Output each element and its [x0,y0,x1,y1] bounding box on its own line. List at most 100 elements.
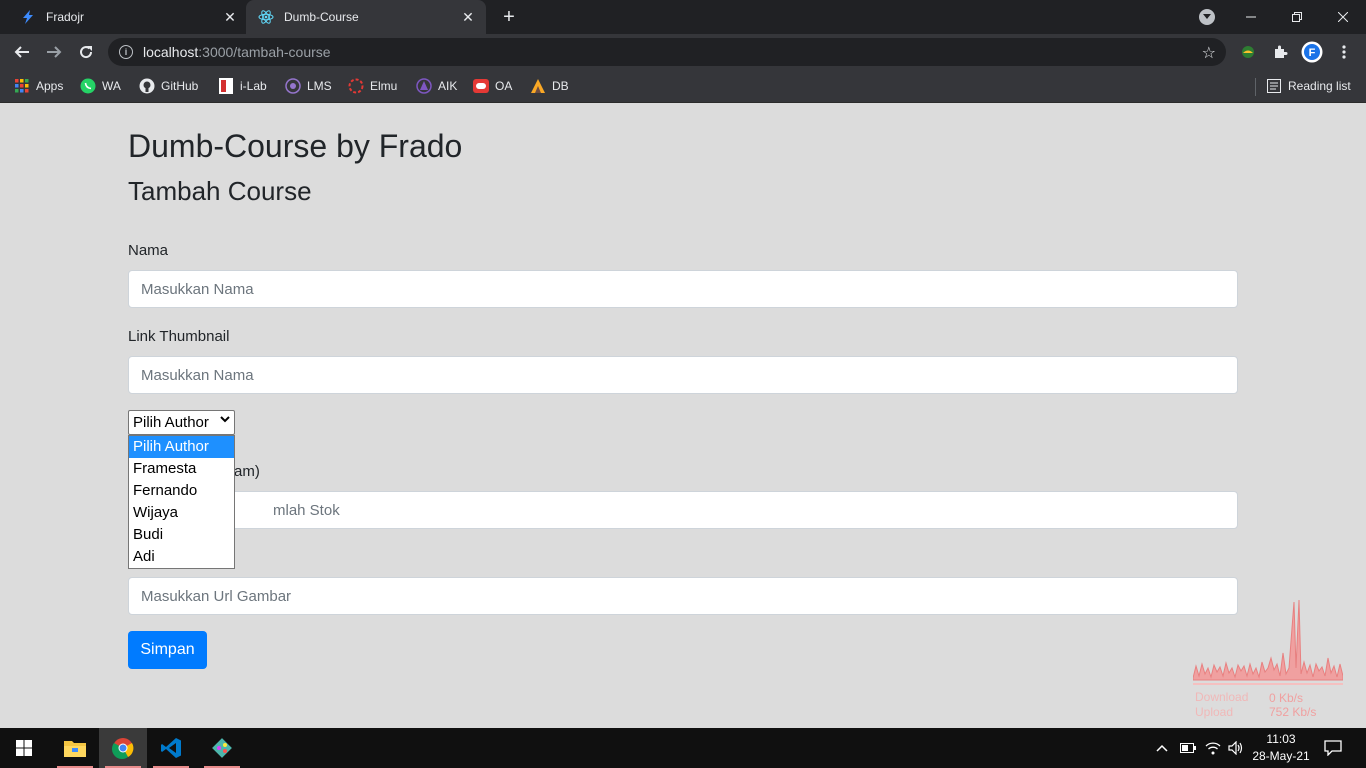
file-explorer-icon[interactable] [51,728,99,768]
stok-placeholder-tail: mlah Stok [273,501,340,519]
gambar-input[interactable]: Masukkan Url Gambar [128,577,1238,615]
nama-input[interactable]: Masukkan Nama [128,270,1238,308]
bookmark-db[interactable]: DB [530,76,569,96]
reading-list-icon [1266,78,1282,94]
site-info-icon[interactable]: i [119,45,133,59]
git-kraken-icon[interactable] [198,728,246,768]
github-icon [139,78,155,94]
author-option[interactable]: Adi [129,546,234,568]
minimize-icon[interactable] [1228,0,1274,34]
notifications-icon[interactable] [1324,728,1342,768]
bookmark-lms[interactable]: LMS [285,76,332,96]
bookmark-aik[interactable]: AIK [416,76,457,96]
close-tab-icon[interactable]: ✕ [460,9,476,25]
chevron-down-icon [220,414,230,427]
extension-globe-icon[interactable] [1238,42,1258,62]
tab-dumb-course[interactable]: Dumb-Course ✕ [246,0,486,34]
bookmark-apps[interactable]: Apps [14,76,63,96]
react-favicon-icon [258,9,274,25]
reading-list-label: Reading list [1288,79,1351,93]
page-content: Dumb-Course by Frado Tambah Course Nama … [0,103,1366,728]
url-path: :3000/tambah-course [198,44,331,60]
bookmark-label: GitHub [161,79,199,93]
tab-fradojr[interactable]: Fradojr ✕ [8,0,248,34]
author-option[interactable]: Budi [129,524,234,546]
svg-text:F: F [1309,47,1316,59]
bookmark-oa[interactable]: OA [473,76,512,96]
address-bar[interactable]: i localhost:3000/tambah-course ☆ [108,38,1226,66]
network-speed-meter: Download 0 Kb/s Upload 752 Kb/s [1192,598,1344,719]
db-icon [530,78,546,94]
author-option[interactable]: Wijaya [129,502,234,524]
ilab-icon [218,78,234,94]
download-label: Download [1195,690,1249,704]
close-tab-icon[interactable]: ✕ [222,9,238,25]
bookmark-label: LMS [307,79,332,93]
show-hidden-icons[interactable] [1156,728,1168,768]
simpan-button[interactable]: Simpan [128,631,207,669]
battery-icon[interactable] [1180,728,1196,768]
bookmarks-divider [1255,78,1256,96]
stok-input[interactable]: mlah Stok [128,491,1238,529]
windows-start-icon[interactable] [0,728,48,768]
extensions-puzzle-icon[interactable] [1270,42,1290,62]
chrome-menu-icon[interactable] [1334,42,1354,62]
wifi-icon[interactable] [1205,728,1221,768]
bookmark-label: OA [495,79,513,93]
author-option[interactable]: Framesta [129,458,234,480]
hidden-field-label-tail: am) [234,463,260,480]
bookmark-label: Apps [36,79,64,93]
restore-icon[interactable] [1274,0,1320,34]
bookmark-elmu[interactable]: Elmu [348,76,397,96]
elmu-icon [348,78,364,94]
taskbar: 11:03 28-May-21 [0,728,1366,768]
tab-title: Dumb-Course [284,10,359,24]
bookmark-star-icon[interactable]: ☆ [1202,43,1216,63]
upload-value: 752 Kb/s [1269,705,1317,719]
bookmark-label: AIK [438,79,458,93]
network-graph [1192,599,1344,685]
chrome-taskbar-icon[interactable] [99,728,147,768]
author-select[interactable]: Pilih Author [128,410,235,435]
back-arrow-icon[interactable] [10,40,34,64]
bookmark-github[interactable]: GitHub [139,76,198,96]
window-controls [1228,0,1366,34]
bookmark-ilab[interactable]: i-Lab [218,76,267,96]
tab-strip: Fradojr ✕ Dumb-Course ✕ + [0,0,1366,34]
bookmark-label: WA [102,79,121,93]
apps-grid-icon [14,78,30,94]
browser-toolbar: i localhost:3000/tambah-course ☆ F [0,34,1366,70]
new-tab-button[interactable]: + [498,7,520,27]
tab-title: Fradojr [46,10,85,24]
author-dropdown: Pilih Author Framesta Fernando Wijaya Bu… [128,435,235,569]
clock-time: 11:03 [1266,732,1296,746]
author-select-value: Pilih Author [133,414,209,431]
system-clock[interactable]: 11:03 28-May-21 [1252,731,1310,765]
author-option[interactable]: Pilih Author [129,436,234,458]
tab-search-icon[interactable] [1199,9,1215,25]
download-value: 0 Kb/s [1269,691,1304,705]
lightning-favicon-icon [20,9,36,25]
thumbnail-input[interactable]: Masukkan Nama [128,356,1238,394]
volume-icon[interactable] [1228,728,1244,768]
bookmark-label: DB [552,79,569,93]
lms-icon [285,78,301,94]
whatsapp-icon [80,78,96,94]
close-window-icon[interactable] [1320,0,1366,34]
bookmark-label: i-Lab [240,79,267,93]
profile-avatar-icon[interactable]: F [1300,40,1324,64]
reload-icon[interactable] [74,40,98,64]
oa-icon [473,78,489,94]
page-title: Dumb-Course by Frado [128,128,463,164]
bookmark-wa[interactable]: WA [80,76,121,96]
page-subtitle: Tambah Course [128,176,312,206]
thumbnail-label: Link Thumbnail [128,328,230,345]
bookmarks-bar: Apps WA GitHub i-Lab LMS Elmu AIK OA DB … [0,70,1366,103]
vscode-icon[interactable] [147,728,195,768]
bookmark-label: Elmu [370,79,398,93]
forward-arrow-icon[interactable] [42,40,66,64]
url-host: localhost [143,44,199,60]
author-option[interactable]: Fernando [129,480,234,502]
clock-date: 28-May-21 [1252,749,1310,763]
reading-list-button[interactable]: Reading list [1266,76,1351,96]
